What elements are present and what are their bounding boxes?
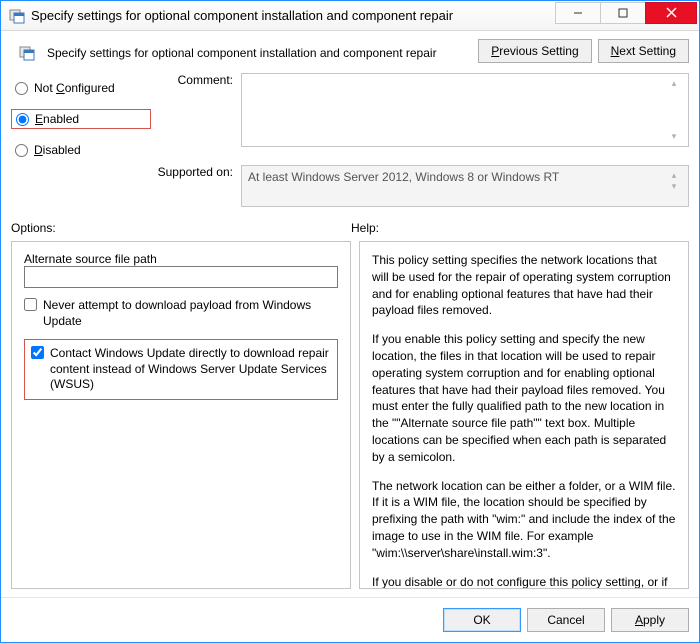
maximize-button[interactable] <box>600 2 646 24</box>
dialog-footer: OK Cancel Apply <box>1 597 699 642</box>
titlebar: Specify settings for optional component … <box>1 1 699 31</box>
close-button[interactable] <box>645 2 697 24</box>
scrollbar[interactable]: ▴▾ <box>666 170 682 192</box>
options-label: Options: <box>11 221 351 235</box>
help-paragraph: If you disable or do not configure this … <box>372 574 676 589</box>
minimize-button[interactable] <box>555 2 601 24</box>
policy-icon <box>19 45 35 61</box>
options-pane: Alternate source file path Never attempt… <box>11 241 351 589</box>
supported-on-field: At least Windows Server 2012, Windows 8 … <box>241 165 689 207</box>
alt-path-input[interactable] <box>24 266 338 288</box>
window-controls <box>556 2 697 24</box>
state-radio-group: Not Configured Enabled Disabled <box>11 73 151 159</box>
help-paragraph: This policy setting specifies the networ… <box>372 252 676 319</box>
help-paragraph: If you enable this policy setting and sp… <box>372 331 676 465</box>
contact-wu-option[interactable]: Contact Windows Update directly to downl… <box>24 339 338 400</box>
alt-path-label: Alternate source file path <box>24 252 338 266</box>
window-icon <box>9 8 25 24</box>
ok-button[interactable]: OK <box>443 608 521 632</box>
cancel-button[interactable]: Cancel <box>527 608 605 632</box>
radio-disabled-input[interactable] <box>15 144 28 157</box>
radio-not-configured-input[interactable] <box>15 82 28 95</box>
scrollbar[interactable]: ▴▾ <box>666 78 682 142</box>
header-row: Specify settings for optional component … <box>11 39 689 63</box>
window-title: Specify settings for optional component … <box>31 8 556 23</box>
help-paragraph: The network location can be either a fol… <box>372 478 676 562</box>
never-download-option[interactable]: Never attempt to download payload from W… <box>24 298 338 329</box>
supported-on-label: Supported on: <box>151 165 241 207</box>
radio-disabled[interactable]: Disabled <box>11 141 151 159</box>
never-download-checkbox[interactable] <box>24 298 37 311</box>
contact-wu-checkbox[interactable] <box>31 346 44 359</box>
radio-enabled[interactable]: Enabled <box>11 109 151 129</box>
comment-label: Comment: <box>151 73 241 159</box>
next-setting-button[interactable]: Next Setting <box>598 39 689 63</box>
previous-setting-button[interactable]: Previous Setting <box>478 39 591 63</box>
client-area: Specify settings for optional component … <box>1 31 699 597</box>
radio-not-configured[interactable]: Not Configured <box>11 79 151 97</box>
policy-title: Specify settings for optional component … <box>47 46 437 60</box>
help-label: Help: <box>351 221 379 235</box>
radio-enabled-input[interactable] <box>16 113 29 126</box>
help-pane: This policy setting specifies the networ… <box>359 241 689 589</box>
gpo-editor-window: Specify settings for optional component … <box>0 0 700 643</box>
comment-textarea[interactable]: ▴▾ <box>241 73 689 147</box>
apply-button[interactable]: Apply <box>611 608 689 632</box>
